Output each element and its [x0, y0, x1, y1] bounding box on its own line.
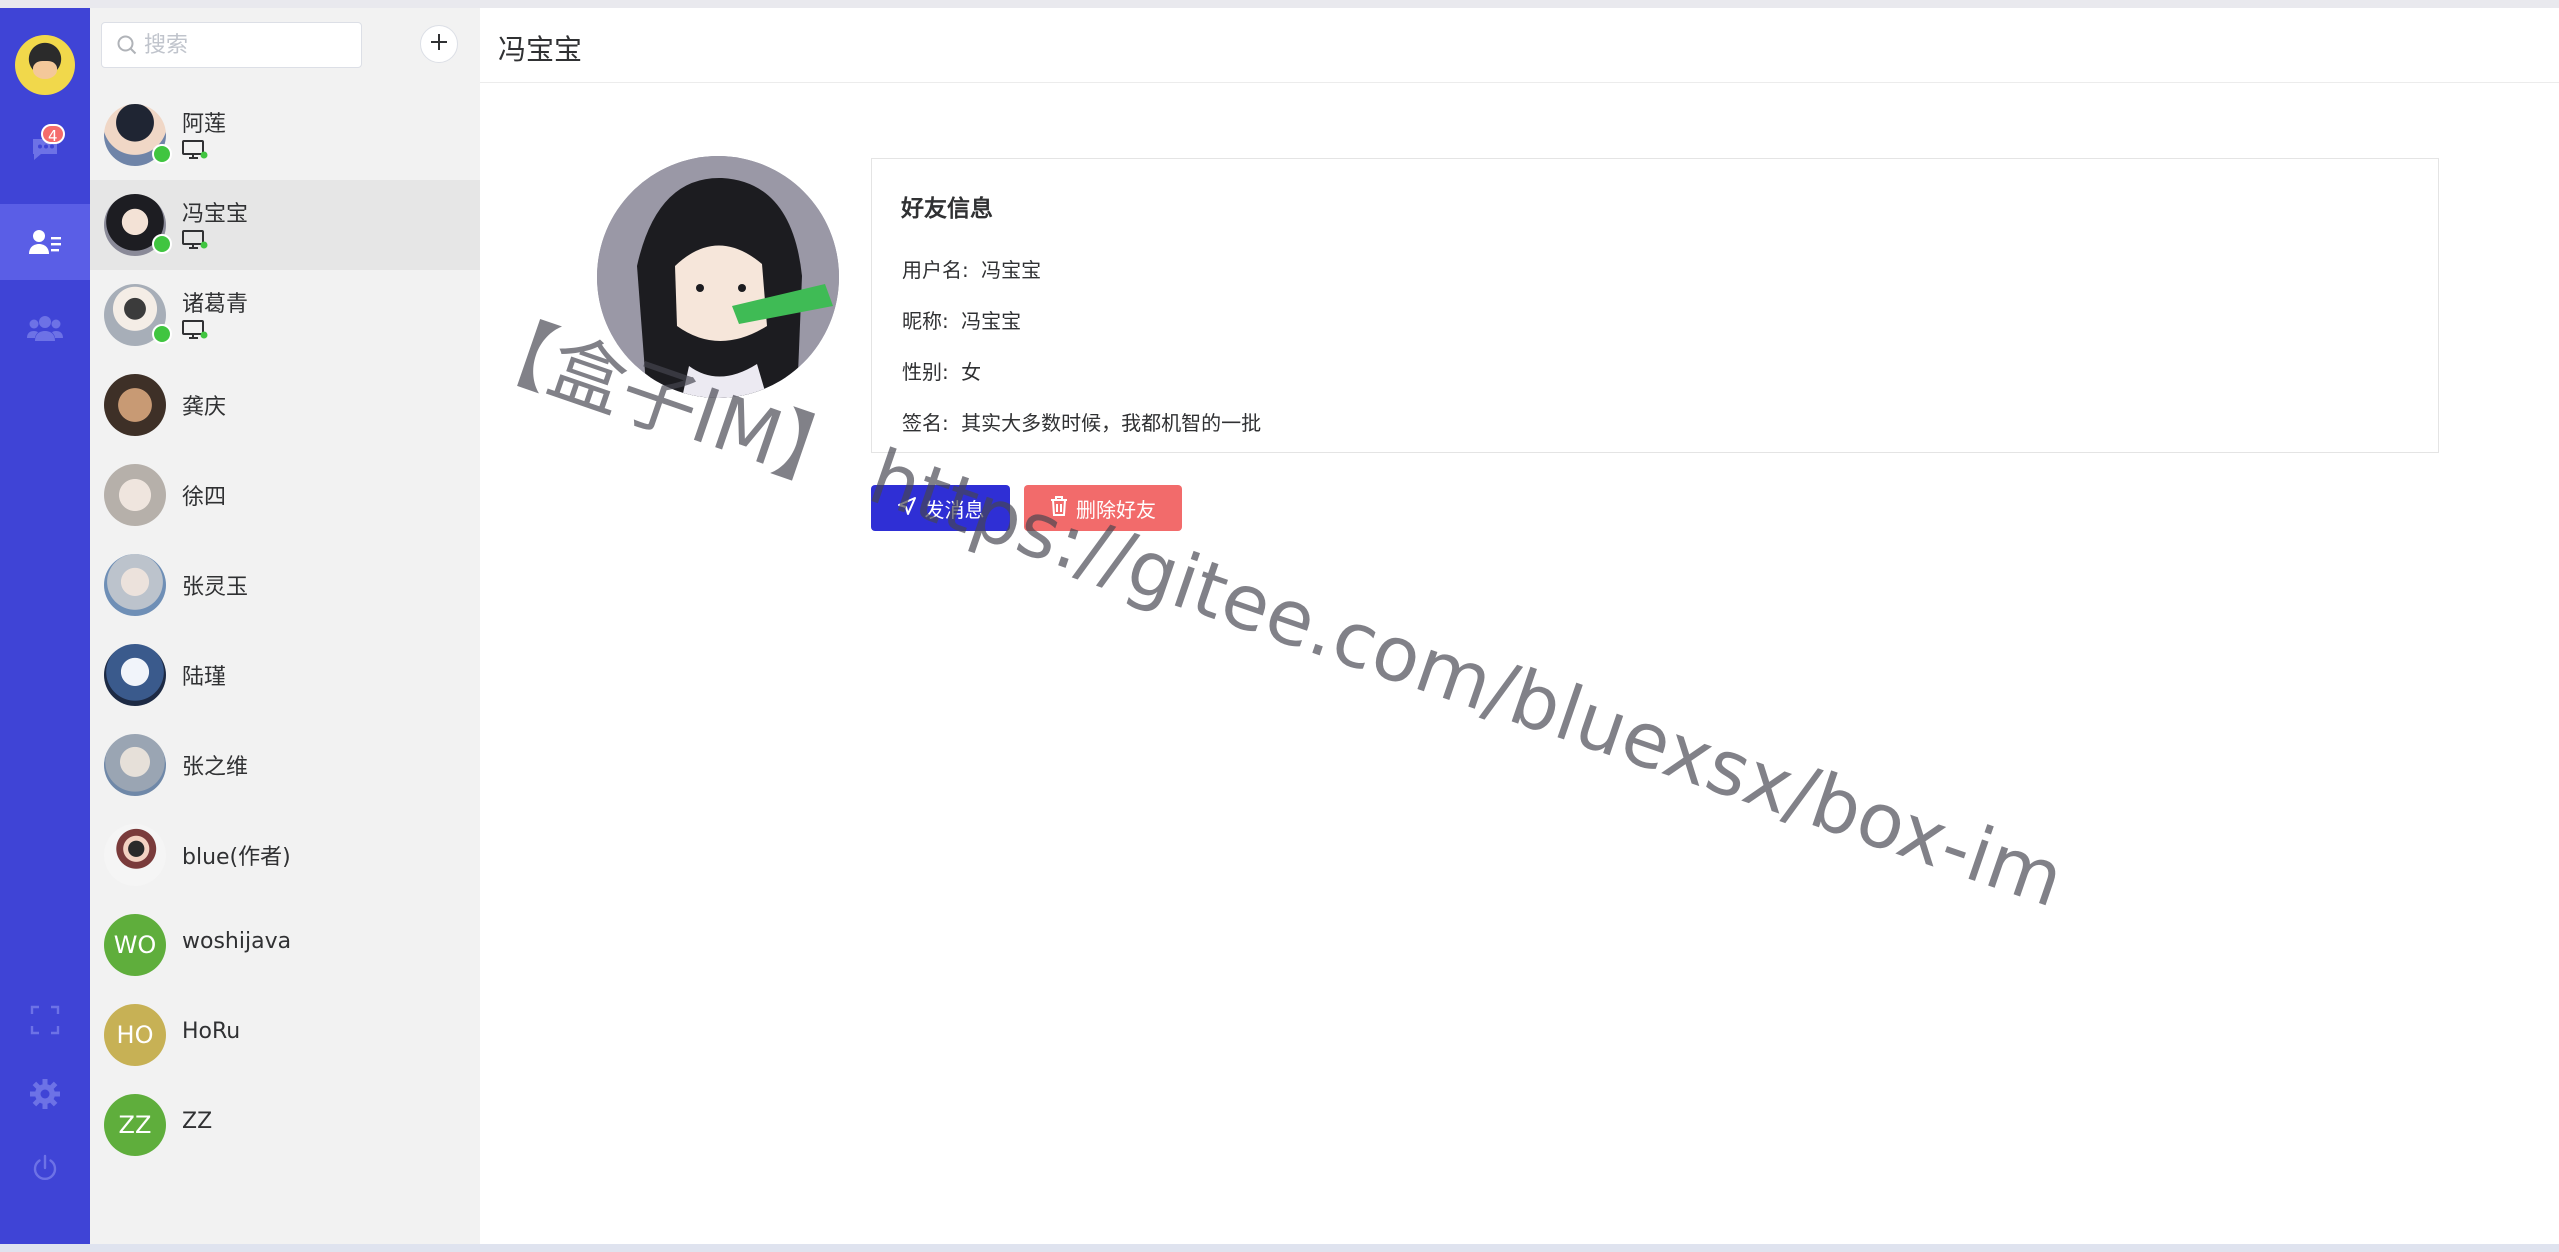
window-bottom-edge	[0, 1244, 2559, 1252]
contact-list: 阿莲 冯宝宝 诸葛青 龚庆 徐四 张灵玉 陆瑾 张之维 blue(作者) WO …	[90, 90, 480, 1170]
contact-avatar: HO	[104, 1004, 166, 1066]
plus-icon	[429, 32, 449, 56]
contact-item[interactable]: HO HoRu	[90, 990, 480, 1080]
fullscreen-icon	[30, 1005, 60, 1035]
avatar-initials: ZZ	[118, 1111, 152, 1139]
delete-friend-button[interactable]: 删除好友	[1024, 485, 1182, 531]
contact-item[interactable]: 徐四	[90, 450, 480, 540]
nav-chat[interactable]: 4	[0, 111, 90, 187]
card-title: 好友信息	[901, 196, 993, 222]
send-icon	[897, 496, 925, 521]
contact-name: woshijava	[182, 929, 292, 954]
add-friend-button[interactable]	[420, 25, 458, 63]
contact-name: 阿莲	[182, 112, 227, 137]
power-icon	[30, 1153, 60, 1183]
contact-name: 张灵玉	[182, 575, 249, 600]
username-label: 用户名:	[902, 258, 969, 282]
contact-name: 冯宝宝	[182, 202, 249, 227]
contact-name: 龚庆	[182, 395, 227, 420]
send-message-label: 发消息	[924, 497, 985, 522]
online-indicator	[152, 144, 172, 164]
gender-label: 性别:	[902, 360, 949, 384]
contact-avatar: ZZ	[104, 1094, 166, 1156]
contact-name: 诸葛青	[182, 292, 249, 317]
contact-item[interactable]: 张之维	[90, 720, 480, 810]
contact-item[interactable]: 诸葛青	[90, 270, 480, 360]
contact-item[interactable]: blue(作者)	[90, 810, 480, 900]
nickname-value: 冯宝宝	[961, 309, 1022, 333]
side-nav: 4	[0, 8, 90, 1244]
contact-avatar	[104, 554, 166, 616]
contact-name: HoRu	[182, 1019, 241, 1044]
signature-label: 签名:	[902, 411, 949, 435]
contact-avatar: WO	[104, 914, 166, 976]
contact-name: 徐四	[182, 485, 227, 510]
online-indicator	[152, 234, 172, 254]
contact-avatar	[104, 644, 166, 706]
online-indicator	[152, 324, 172, 344]
contact-avatar	[104, 464, 166, 526]
contacts-icon	[28, 228, 62, 256]
page-header: 冯宝宝	[480, 8, 2559, 83]
group-icon	[26, 313, 64, 343]
friend-detail-panel: 冯宝宝 好友信息 用户名: 冯宝宝 昵称: 冯宝宝 性别: 女 签名: 其实大多	[480, 8, 2559, 1244]
delete-friend-label: 删除好友	[1076, 497, 1156, 522]
user-avatar[interactable]	[15, 35, 75, 95]
contact-name: blue(作者)	[182, 845, 291, 870]
contact-item[interactable]: 龚庆	[90, 360, 480, 450]
contact-avatar	[104, 374, 166, 436]
search-input[interactable]	[142, 31, 346, 59]
signature-row: 签名: 其实大多数时候，我都机智的一批	[902, 407, 1261, 436]
page-title: 冯宝宝	[498, 33, 583, 66]
avatar-initials: HO	[116, 1021, 154, 1049]
gender-value: 女	[961, 360, 982, 384]
contact-item[interactable]: WO woshijava	[90, 900, 480, 990]
desktop-icon	[182, 230, 208, 250]
avatar-initials: WO	[113, 931, 157, 959]
contact-item[interactable]: ZZ ZZ	[90, 1080, 480, 1170]
contact-item[interactable]: 冯宝宝	[90, 180, 480, 270]
contact-name: 张之维	[182, 755, 249, 780]
friend-info-card: 好友信息 用户名: 冯宝宝 昵称: 冯宝宝 性别: 女 签名: 其实大多数时候，…	[871, 158, 2439, 453]
search-icon	[116, 34, 138, 56]
contact-avatar	[104, 824, 166, 886]
nav-groups[interactable]	[0, 290, 90, 366]
username-row: 用户名: 冯宝宝	[902, 254, 1041, 283]
contact-name: ZZ	[182, 1109, 213, 1134]
search-box[interactable]	[101, 22, 362, 68]
contact-name: 陆瑾	[182, 665, 227, 690]
window-top-edge	[0, 0, 2559, 8]
send-message-button[interactable]: 发消息	[871, 485, 1010, 531]
nickname-label: 昵称:	[902, 309, 949, 333]
desktop-icon	[182, 140, 208, 160]
signature-value: 其实大多数时候，我都机智的一批	[961, 411, 1262, 435]
nav-settings[interactable]	[0, 1056, 90, 1132]
nav-contacts[interactable]	[0, 204, 90, 280]
nickname-row: 昵称: 冯宝宝	[902, 305, 1021, 334]
contact-item[interactable]: 张灵玉	[90, 540, 480, 630]
contact-list-panel: 阿莲 冯宝宝 诸葛青 龚庆 徐四 张灵玉 陆瑾	[90, 8, 480, 1244]
desktop-icon	[182, 320, 208, 340]
username-value: 冯宝宝	[981, 258, 1042, 282]
contact-item[interactable]: 阿莲	[90, 90, 480, 180]
nav-logout[interactable]	[0, 1130, 90, 1206]
friend-avatar[interactable]	[597, 156, 839, 398]
settings-icon	[29, 1078, 61, 1110]
trash-icon	[1050, 495, 1076, 521]
unread-badge: 4	[41, 124, 65, 145]
contact-avatar	[104, 734, 166, 796]
contact-item[interactable]: 陆瑾	[90, 630, 480, 720]
gender-row: 性别: 女	[902, 356, 981, 385]
nav-fullscreen[interactable]	[0, 982, 90, 1058]
